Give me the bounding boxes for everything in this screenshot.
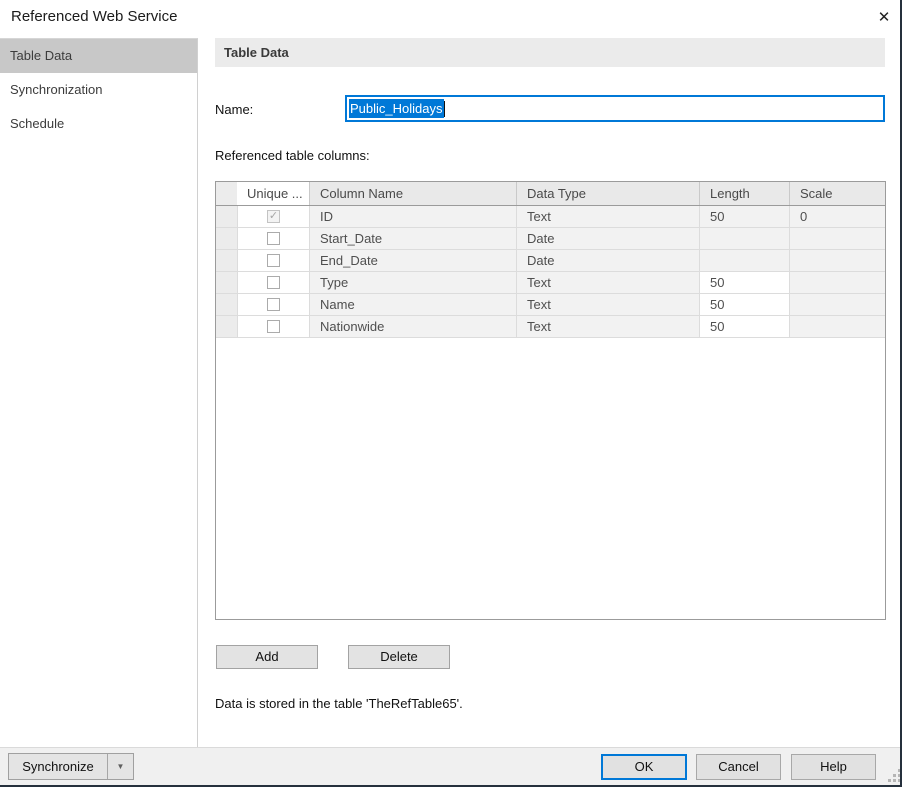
column-name-cell[interactable]: Type	[309, 272, 516, 294]
columns-table[interactable]: Unique ... Column Name Data Type Length …	[215, 181, 886, 620]
row-header-cell[interactable]	[216, 250, 237, 272]
close-icon[interactable]: ✕	[868, 2, 900, 32]
table-row[interactable]: Name Text 50	[216, 294, 885, 316]
table-row[interactable]: Type Text 50	[216, 272, 885, 294]
unique-checkbox-cell[interactable]	[237, 272, 309, 294]
column-header-length[interactable]: Length	[699, 182, 789, 205]
footer-bar: Synchronize ▼ OK Cancel Help	[0, 747, 900, 785]
cancel-button[interactable]: Cancel	[696, 754, 781, 780]
checkbox-unchecked-icon[interactable]	[267, 254, 280, 267]
ok-button[interactable]: OK	[601, 754, 687, 780]
row-header-cell[interactable]	[216, 316, 237, 338]
table-row[interactable]: End_Date Date	[216, 250, 885, 272]
dialog-bottom-border	[0, 785, 902, 787]
length-cell[interactable]: 50	[699, 294, 789, 316]
sidebar-item-table-data[interactable]: Table Data	[0, 39, 197, 73]
data-type-cell[interactable]: Text	[516, 316, 699, 338]
sidebar-item-synchronization[interactable]: Synchronization	[0, 73, 197, 107]
help-button[interactable]: Help	[791, 754, 876, 780]
column-header-data-type[interactable]: Data Type	[516, 182, 699, 205]
length-cell[interactable]	[699, 250, 789, 272]
column-name-cell[interactable]: ID	[309, 206, 516, 228]
scale-cell[interactable]	[789, 250, 885, 272]
add-button[interactable]: Add	[216, 645, 318, 669]
checkbox-checked-icon[interactable]: ✓	[267, 210, 280, 223]
scale-cell[interactable]	[789, 272, 885, 294]
dialog-title: Referenced Web Service	[11, 8, 177, 25]
column-header-unique[interactable]: Unique ...	[237, 182, 309, 205]
length-cell[interactable]: 50	[699, 206, 789, 228]
storage-note: Data is stored in the table 'TheRefTable…	[215, 696, 463, 711]
table-row[interactable]: ✓ ID Text 50 0	[216, 206, 885, 228]
dialog-right-border	[900, 0, 902, 787]
length-cell[interactable]	[699, 228, 789, 250]
unique-checkbox-cell[interactable]: ✓	[237, 206, 309, 228]
length-cell[interactable]: 50	[699, 272, 789, 294]
row-header-cell[interactable]	[216, 228, 237, 250]
data-type-cell[interactable]: Text	[516, 294, 699, 316]
unique-checkbox-cell[interactable]	[237, 316, 309, 338]
column-name-cell[interactable]: End_Date	[309, 250, 516, 272]
table-row[interactable]: Start_Date Date	[216, 228, 885, 250]
sidebar-item-schedule[interactable]: Schedule	[0, 107, 197, 141]
length-cell[interactable]: 50	[699, 316, 789, 338]
checkbox-unchecked-icon[interactable]	[267, 298, 280, 311]
text-caret	[444, 101, 445, 117]
checkbox-unchecked-icon[interactable]	[267, 232, 280, 245]
row-header-column	[216, 182, 237, 205]
dropdown-arrow-icon[interactable]: ▼	[108, 754, 133, 779]
unique-checkbox-cell[interactable]	[237, 250, 309, 272]
column-name-cell[interactable]: Name	[309, 294, 516, 316]
row-header-cell[interactable]	[216, 294, 237, 316]
scale-cell[interactable]	[789, 294, 885, 316]
row-header-cell[interactable]	[216, 206, 237, 228]
scale-cell[interactable]	[789, 228, 885, 250]
synchronize-split-button[interactable]: Synchronize ▼	[8, 753, 134, 780]
unique-checkbox-cell[interactable]	[237, 228, 309, 250]
name-label: Name:	[215, 102, 253, 117]
checkbox-unchecked-icon[interactable]	[267, 320, 280, 333]
name-input[interactable]: Public_Holidays	[345, 95, 885, 122]
name-input-selected-text: Public_Holidays	[349, 99, 444, 118]
column-name-cell[interactable]: Nationwide	[309, 316, 516, 338]
checkbox-unchecked-icon[interactable]	[267, 276, 280, 289]
unique-checkbox-cell[interactable]	[237, 294, 309, 316]
row-header-cell[interactable]	[216, 272, 237, 294]
column-name-cell[interactable]: Start_Date	[309, 228, 516, 250]
delete-button[interactable]: Delete	[348, 645, 450, 669]
sidebar: Table Data Synchronization Schedule	[0, 38, 198, 747]
referenced-table-columns-label: Referenced table columns:	[215, 148, 370, 163]
synchronize-button[interactable]: Synchronize	[9, 754, 107, 779]
scale-cell[interactable]	[789, 316, 885, 338]
scale-cell[interactable]: 0	[789, 206, 885, 228]
column-header-column-name[interactable]: Column Name	[309, 182, 516, 205]
table-header-row: Unique ... Column Name Data Type Length …	[216, 182, 885, 206]
column-header-scale[interactable]: Scale	[789, 182, 885, 205]
referenced-web-service-dialog: Referenced Web Service ✕ Table Data Sync…	[0, 0, 906, 789]
section-title: Table Data	[215, 38, 885, 67]
table-row[interactable]: Nationwide Text 50	[216, 316, 885, 338]
data-type-cell[interactable]: Text	[516, 272, 699, 294]
data-type-cell[interactable]: Date	[516, 250, 699, 272]
data-type-cell[interactable]: Date	[516, 228, 699, 250]
data-type-cell[interactable]: Text	[516, 206, 699, 228]
